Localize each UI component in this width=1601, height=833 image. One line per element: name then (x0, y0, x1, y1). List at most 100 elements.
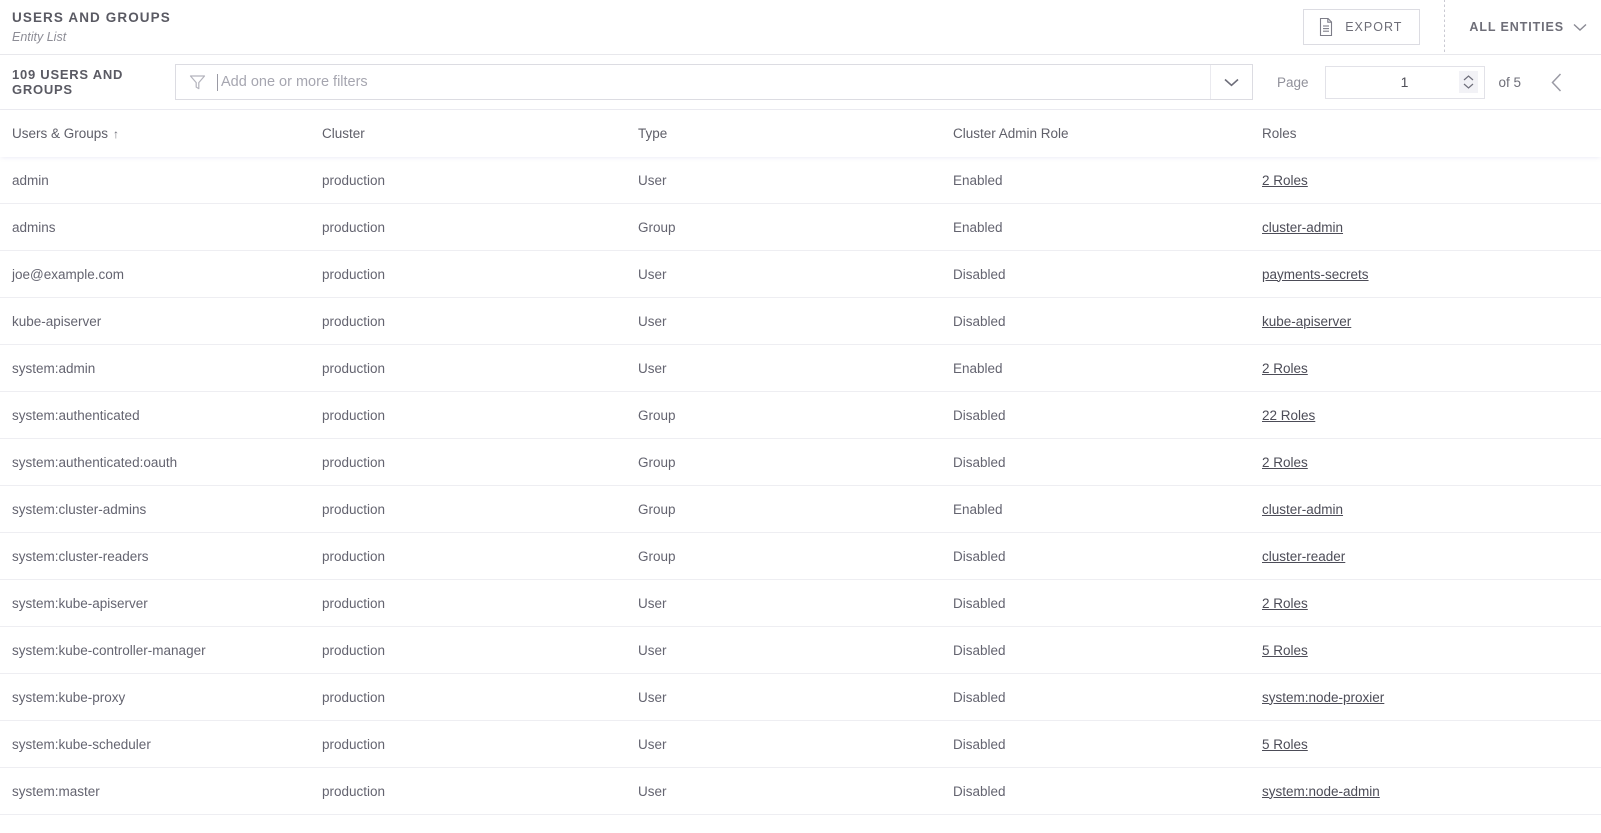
cell-roles: payments-secrets (1262, 267, 1601, 282)
cell-users-groups: joe@example.com (12, 266, 125, 282)
entity-scope-dropdown[interactable]: ALL ENTITIES (1469, 20, 1587, 34)
column-header-cluster-admin-role[interactable]: Cluster Admin Role (953, 126, 1262, 141)
cell-cluster-admin-role: Disabled (953, 642, 1006, 658)
cell-cluster: production (322, 266, 386, 282)
cell-cluster: production (322, 313, 386, 329)
cell-users-groups: kube-apiserver (12, 313, 102, 329)
roles-link[interactable]: 22 Roles (1262, 408, 1315, 423)
table-row[interactable]: system:kube-proxy production User Disabled s… (0, 674, 1601, 721)
page-subtitle: Entity List (12, 29, 67, 44)
roles-link[interactable]: 2 Roles (1262, 173, 1308, 188)
table-row[interactable]: system:kube-apiserver production User Disab… (0, 580, 1601, 627)
roles-link[interactable]: system:node-admin (1262, 784, 1380, 799)
table-row[interactable]: system:kube-scheduler production User Disab… (0, 721, 1601, 768)
cell-type: User (638, 736, 667, 752)
column-header-roles[interactable]: Roles (1262, 126, 1601, 141)
cell-cluster-admin-role: Enabled (953, 360, 1003, 376)
cell-type: Group (638, 454, 676, 470)
table-row[interactable]: system:master production User Disabled syste… (0, 768, 1601, 815)
cell-users-groups: system:cluster-admins (12, 501, 147, 517)
page-total-label: of 5 (1498, 74, 1522, 90)
cell-type: User (638, 595, 667, 611)
cell-type: User (638, 360, 667, 376)
cell-cluster: production (322, 689, 386, 705)
roles-link[interactable]: 2 Roles (1262, 361, 1308, 376)
column-header-users-groups[interactable]: Users & Groups ↑ (0, 126, 322, 141)
cell-users-groups: system:kube-controller-manager (12, 642, 206, 658)
table-row[interactable]: system:cluster-admins production Group Enab… (0, 486, 1601, 533)
previous-page-button[interactable] (1543, 69, 1569, 95)
cell-roles: 5 Roles (1262, 737, 1601, 752)
cell-users-groups: system:master (12, 783, 100, 799)
spinner-updown-icon[interactable] (1458, 71, 1478, 93)
export-button[interactable]: EXPORT (1303, 9, 1421, 45)
filter-input[interactable]: Add one or more filters (219, 74, 368, 90)
funnel-icon (189, 74, 206, 91)
table-header-row: Users & Groups ↑ Cluster Type Cluster Adm… (0, 110, 1601, 157)
header-actions: EXPORT ALL ENTITIES (1303, 0, 1601, 54)
cell-users-groups: system:kube-scheduler (12, 736, 151, 752)
table-body: admin production User Enabled 2 Roles admins p… (0, 157, 1601, 815)
cell-cluster-admin-role: Disabled (953, 689, 1006, 705)
cell-roles: 2 Roles (1262, 361, 1601, 376)
filter-toolbar: 109 USERS AND GROUPS Add one or more fil… (0, 55, 1601, 110)
roles-link[interactable]: payments-secrets (1262, 267, 1369, 282)
cell-type: Group (638, 548, 676, 564)
table-row[interactable]: system:authenticated production Group Disab… (0, 392, 1601, 439)
column-label: Users & Groups (12, 126, 109, 141)
cell-users-groups: admin (12, 172, 49, 188)
entity-scope-label: ALL ENTITIES (1469, 20, 1564, 34)
roles-link[interactable]: cluster-admin (1262, 220, 1343, 235)
cell-cluster: production (322, 172, 386, 188)
cell-roles: 2 Roles (1262, 455, 1601, 470)
table-row[interactable]: system:admin production User Enabled 2 Roles (0, 345, 1601, 392)
cell-type: User (638, 313, 667, 329)
cell-cluster-admin-role: Disabled (953, 313, 1006, 329)
roles-link[interactable]: 2 Roles (1262, 596, 1308, 611)
filter-dropdown-toggle[interactable] (1210, 65, 1252, 99)
cell-cluster-admin-role: Disabled (953, 266, 1006, 282)
page-number-input[interactable]: 1 (1324, 65, 1485, 99)
filter-input-container[interactable]: Add one or more filters (175, 64, 1253, 100)
table-row[interactable]: system:kube-controller-manager production… (0, 627, 1601, 674)
page-label: Page (1277, 74, 1309, 90)
roles-link[interactable]: 5 Roles (1262, 737, 1308, 752)
table-row[interactable]: kube-apiserver production User Disabled kube… (0, 298, 1601, 345)
table-row[interactable]: joe@example.com production User Disabled pay… (0, 251, 1601, 298)
cell-roles: cluster-reader (1262, 549, 1601, 564)
roles-link[interactable]: cluster-reader (1262, 549, 1345, 564)
table-row[interactable]: system:authenticated:oauth production Grou… (0, 439, 1601, 486)
roles-link[interactable]: 2 Roles (1262, 455, 1308, 470)
cell-type: Group (638, 407, 676, 423)
cell-cluster-admin-role: Disabled (953, 548, 1006, 564)
results-count: 109 USERS AND GROUPS (12, 67, 124, 97)
cell-roles: system:node-proxier (1262, 690, 1601, 705)
cell-users-groups: system:authenticated (12, 407, 140, 423)
roles-link[interactable]: system:node-proxier (1262, 690, 1384, 705)
chevron-left-icon (1551, 72, 1562, 92)
roles-link[interactable]: 5 Roles (1262, 643, 1308, 658)
roles-link[interactable]: kube-apiserver (1262, 314, 1351, 329)
roles-link[interactable]: cluster-admin (1262, 502, 1343, 517)
table-row[interactable]: admins production Group Enabled cluster-admi… (0, 204, 1601, 251)
cell-type: User (638, 689, 667, 705)
cell-type: User (638, 642, 667, 658)
table-row[interactable]: system:cluster-readers production Group Dis… (0, 533, 1601, 580)
cell-roles: 22 Roles (1262, 408, 1601, 423)
cell-cluster-admin-role: Disabled (953, 595, 1006, 611)
document-icon (1318, 18, 1334, 36)
cell-cluster-admin-role: Enabled (953, 501, 1003, 517)
cell-users-groups: admins (12, 219, 56, 235)
cell-roles: 2 Roles (1262, 173, 1601, 188)
cell-cluster-admin-role: Enabled (953, 172, 1003, 188)
chevron-down-icon (1573, 23, 1587, 32)
cell-users-groups: system:cluster-readers (12, 548, 149, 564)
table-row[interactable]: admin production User Enabled 2 Roles (0, 157, 1601, 204)
column-header-type[interactable]: Type (638, 126, 953, 141)
cell-cluster: production (322, 407, 386, 423)
cell-cluster-admin-role: Disabled (953, 736, 1006, 752)
page-header: USERS AND GROUPS Entity List EXPORT ALL … (0, 0, 1601, 55)
column-header-cluster[interactable]: Cluster (322, 126, 638, 141)
text-caret (217, 73, 218, 91)
cell-users-groups: system:admin (12, 360, 96, 376)
